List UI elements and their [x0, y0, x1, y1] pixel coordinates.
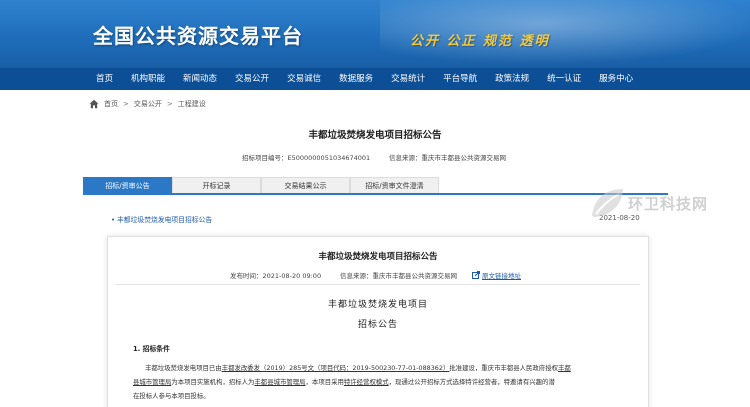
notice-title: 丰都垃圾焚烧发电项目招标公告 [318, 252, 438, 262]
nav-item-service-center[interactable]: 服务中心 [590, 68, 642, 90]
link-icon [472, 271, 480, 279]
project-notice-link-text[interactable]: 丰都垃圾焚烧发电项目招标公告 [117, 216, 212, 224]
text-span: ，本项目采用 [305, 378, 344, 386]
breadcrumb-engineering[interactable]: 工程建设 [178, 99, 206, 109]
project-number-value: E5000000051034674001 [287, 154, 371, 162]
text-span: 为本项目实施机构，招标人为 [171, 378, 255, 386]
nav-item-auth[interactable]: 统一认证 [538, 68, 590, 90]
bullet: • [111, 216, 116, 224]
page-title: 丰都垃圾焚烧发电项目招标公告 [308, 130, 442, 141]
nav-item-agency[interactable]: 机构职能 [122, 68, 174, 90]
notice-source-value: 重庆市丰都县公共资源交易网 [372, 272, 458, 280]
text-span: 批准建设，重庆市丰都县人民政府授权 [449, 364, 558, 372]
site-banner: 全国公共资源交易平台 公开 公正 规范 透明 [0, 0, 750, 68]
nav-item-home[interactable]: 首页 [87, 68, 122, 90]
tab-bid-notice[interactable]: 招标/资审公告 [83, 177, 172, 193]
info-source-value: 重庆市丰都县公共资源交易网 [421, 154, 507, 162]
section-heading: 1. 招标条件 [133, 345, 170, 353]
watermark-text: 环卫科技网 [628, 194, 709, 213]
nav-item-data-service[interactable]: 数据服务 [330, 68, 382, 90]
notice-source: 信息来源：重庆市丰都县公共资源交易网 [340, 270, 457, 280]
tab-trade-result[interactable]: 交易结果公示 [261, 177, 350, 193]
divider [116, 284, 640, 285]
agency-name: 县城市管理局 [133, 378, 172, 386]
breadcrumb-separator: > [123, 100, 129, 108]
info-source: 信息来源：重庆市丰都县公共资源交易网 [389, 152, 506, 162]
paragraph-line: 县城市管理局为本项目实施机构，招标人为丰都县城市管理局，本项目采用特许经营权模式… [133, 377, 633, 386]
site-slogan: 公开 公正 规范 透明 [410, 34, 550, 49]
nav-item-news[interactable]: 新闻动态 [174, 68, 226, 90]
nav-item-trade-stats[interactable]: 交易统计 [382, 68, 434, 90]
agency-name: 丰都 [557, 364, 571, 372]
document-subtitle: 招标公告 [357, 320, 398, 330]
text-span: ，现通过公开招标方式选择特许经营者，特邀请有兴趣的潜 [388, 378, 555, 386]
site-title[interactable]: 全国公共资源交易平台 [93, 20, 303, 49]
approval-doc: 丰都发改委发（2019）285号文（项目代码：2019-500230-77-01… [221, 364, 450, 372]
info-source-label: 信息来源： [389, 154, 422, 162]
leaf-logo-icon [592, 189, 623, 217]
publish-time-label: 发布时间： [230, 272, 263, 280]
original-link[interactable]: 原文链接地址 [482, 272, 521, 280]
project-number-label: 招标项目编号： [242, 154, 288, 162]
nav-item-trade-credit[interactable]: 交易诚信 [278, 68, 330, 90]
breadcrumb: 首页 > 交易公开 > 工程建设 [89, 98, 206, 110]
home-icon [89, 99, 99, 109]
publish-time: 发布时间：2021-08-20 09:00 [230, 270, 321, 280]
project-notice-link[interactable]: • 丰都垃圾焚烧发电项目招标公告 [111, 214, 212, 224]
notice-card: 丰都垃圾焚烧发电项目招标公告 发布时间：2021-08-20 09:00 信息来… [107, 236, 649, 407]
original-link-area: 原文链接地址 [472, 270, 521, 280]
publish-time-value: 2021-08-20 09:00 [262, 272, 322, 280]
watermark: 环卫科技网 [588, 186, 708, 220]
main-nav: 首页 机构职能 新闻动态 交易公开 交易诚信 数据服务 交易统计 平台导航 政策… [0, 68, 750, 90]
breadcrumb-separator: > [166, 100, 173, 108]
project-number: 招标项目编号：E5000000051034674001 [242, 152, 370, 162]
text-span: 丰都垃圾焚烧发电项目已由 [145, 364, 222, 372]
paragraph-line: 在投标人参与本项目投标。 [133, 392, 210, 400]
notice-tabs: 招标/资审公告 开标记录 交易结果公示 招标/资审文件澄清 [83, 177, 668, 195]
document-title: 丰都垃圾焚烧发电项目 [327, 300, 428, 310]
breadcrumb-home[interactable]: 首页 [104, 99, 118, 109]
nav-item-policy[interactable]: 政策法规 [486, 68, 538, 90]
tab-bid-opening[interactable]: 开标记录 [172, 177, 261, 193]
tenderer-name: 丰都县城市管理局 [254, 378, 306, 386]
nav-item-platform-nav[interactable]: 平台导航 [434, 68, 486, 90]
notice-source-label: 信息来源： [340, 272, 373, 280]
nav-item-trade-public[interactable]: 交易公开 [226, 68, 278, 90]
franchise-mode: 特许经营权模式 [343, 378, 389, 386]
paragraph-line: 丰都垃圾焚烧发电项目已由丰都发改委发（2019）285号文（项目代码：2019-… [133, 363, 633, 372]
tab-clarification[interactable]: 招标/资审文件澄清 [350, 177, 439, 193]
breadcrumb-trade-public[interactable]: 交易公开 [134, 99, 162, 109]
